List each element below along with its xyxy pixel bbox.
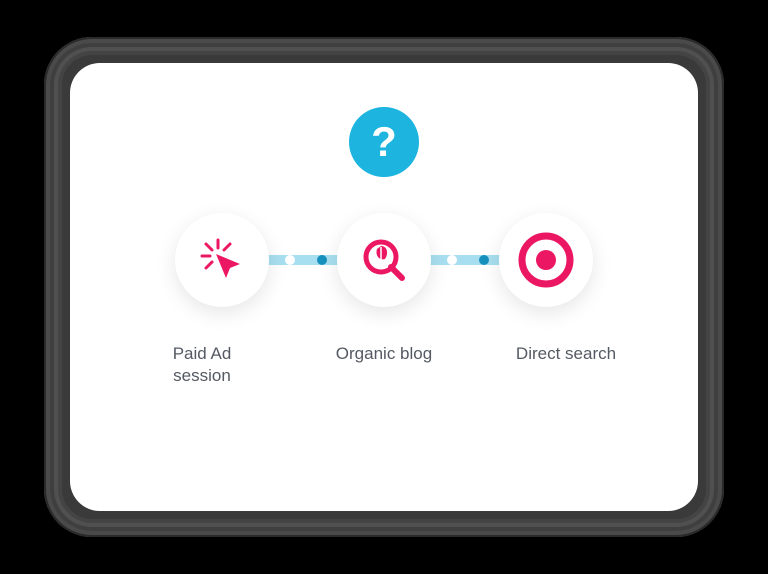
step-labels: Paid Ad session Organic blog Direct sear… <box>147 343 621 387</box>
label-direct-search: Direct search <box>511 343 621 387</box>
leaf-search-icon <box>357 233 411 287</box>
step-paid-ad <box>175 213 269 307</box>
target-icon <box>518 232 574 288</box>
label-organic-blog: Organic blog <box>329 343 439 387</box>
attribution-flow <box>175 213 593 307</box>
step-organic-blog <box>337 213 431 307</box>
label-paid-ad: Paid Ad session <box>147 343 257 387</box>
screen: ? <box>70 63 698 511</box>
click-icon <box>196 234 248 286</box>
flow-connector <box>267 255 339 265</box>
question-mark-icon: ? <box>371 118 397 166</box>
step-direct-search <box>499 213 593 307</box>
device-frame: ? <box>44 37 724 537</box>
question-badge: ? <box>349 107 419 177</box>
flow-connector <box>429 255 501 265</box>
